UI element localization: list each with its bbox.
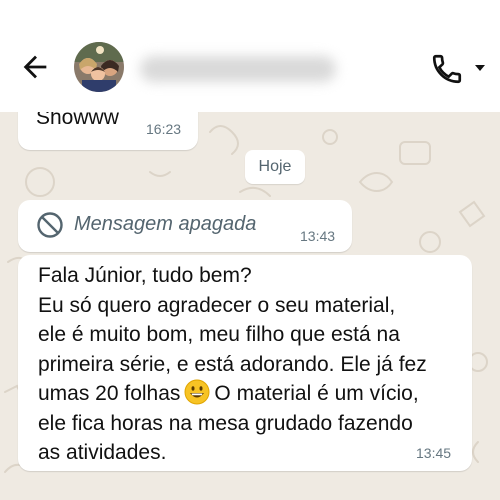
- ban-icon: [37, 212, 63, 238]
- message-line: Fala Júnior, tudo bem?: [38, 264, 252, 287]
- message-bubble[interactable]: Showww 16:23: [18, 112, 198, 150]
- message-line: Eu só quero agradecer o seu material,: [38, 293, 396, 317]
- phone-icon[interactable]: [430, 52, 464, 86]
- caret-down-icon[interactable]: [472, 60, 488, 76]
- message-segment: O material é um vício,: [214, 382, 419, 405]
- deleted-message-bubble[interactable]: Mensagem apagada 13:43: [18, 200, 352, 252]
- chat-header: [0, 0, 500, 112]
- message-line: ele é muito bom, meu filho que está na: [38, 323, 400, 346]
- message-line: umas 20 folhas O material é um vício,: [38, 379, 468, 409]
- message-line: as atividades.: [38, 441, 167, 464]
- chat-area: Showww 16:23 Hoje Mensagem apagada 13:43…: [0, 112, 500, 500]
- message-text: Fala Júnior, tudo bem? Eu só quero agrad…: [38, 261, 468, 468]
- date-chip: Hoje: [245, 150, 305, 184]
- message-text: Showww: [36, 112, 119, 129]
- message-line: primeira série, e está adorando. Ele já …: [38, 352, 427, 376]
- message-bubble[interactable]: Fala Júnior, tudo bem? Eu só quero agrad…: [18, 255, 472, 471]
- message-time: 16:23: [146, 121, 182, 137]
- arrow-left-icon[interactable]: [18, 50, 52, 84]
- message-time: 13:43: [300, 228, 336, 244]
- contact-name-redacted[interactable]: [140, 56, 336, 82]
- deleted-message-label: Mensagem apagada: [74, 213, 257, 235]
- message-time: 13:45: [416, 445, 452, 461]
- message-line: ele fica horas na mesa grudado fazendo: [38, 411, 413, 435]
- grinning-face-emoji: [184, 379, 210, 405]
- message-segment: umas 20 folhas: [38, 382, 181, 405]
- avatar[interactable]: [74, 42, 124, 92]
